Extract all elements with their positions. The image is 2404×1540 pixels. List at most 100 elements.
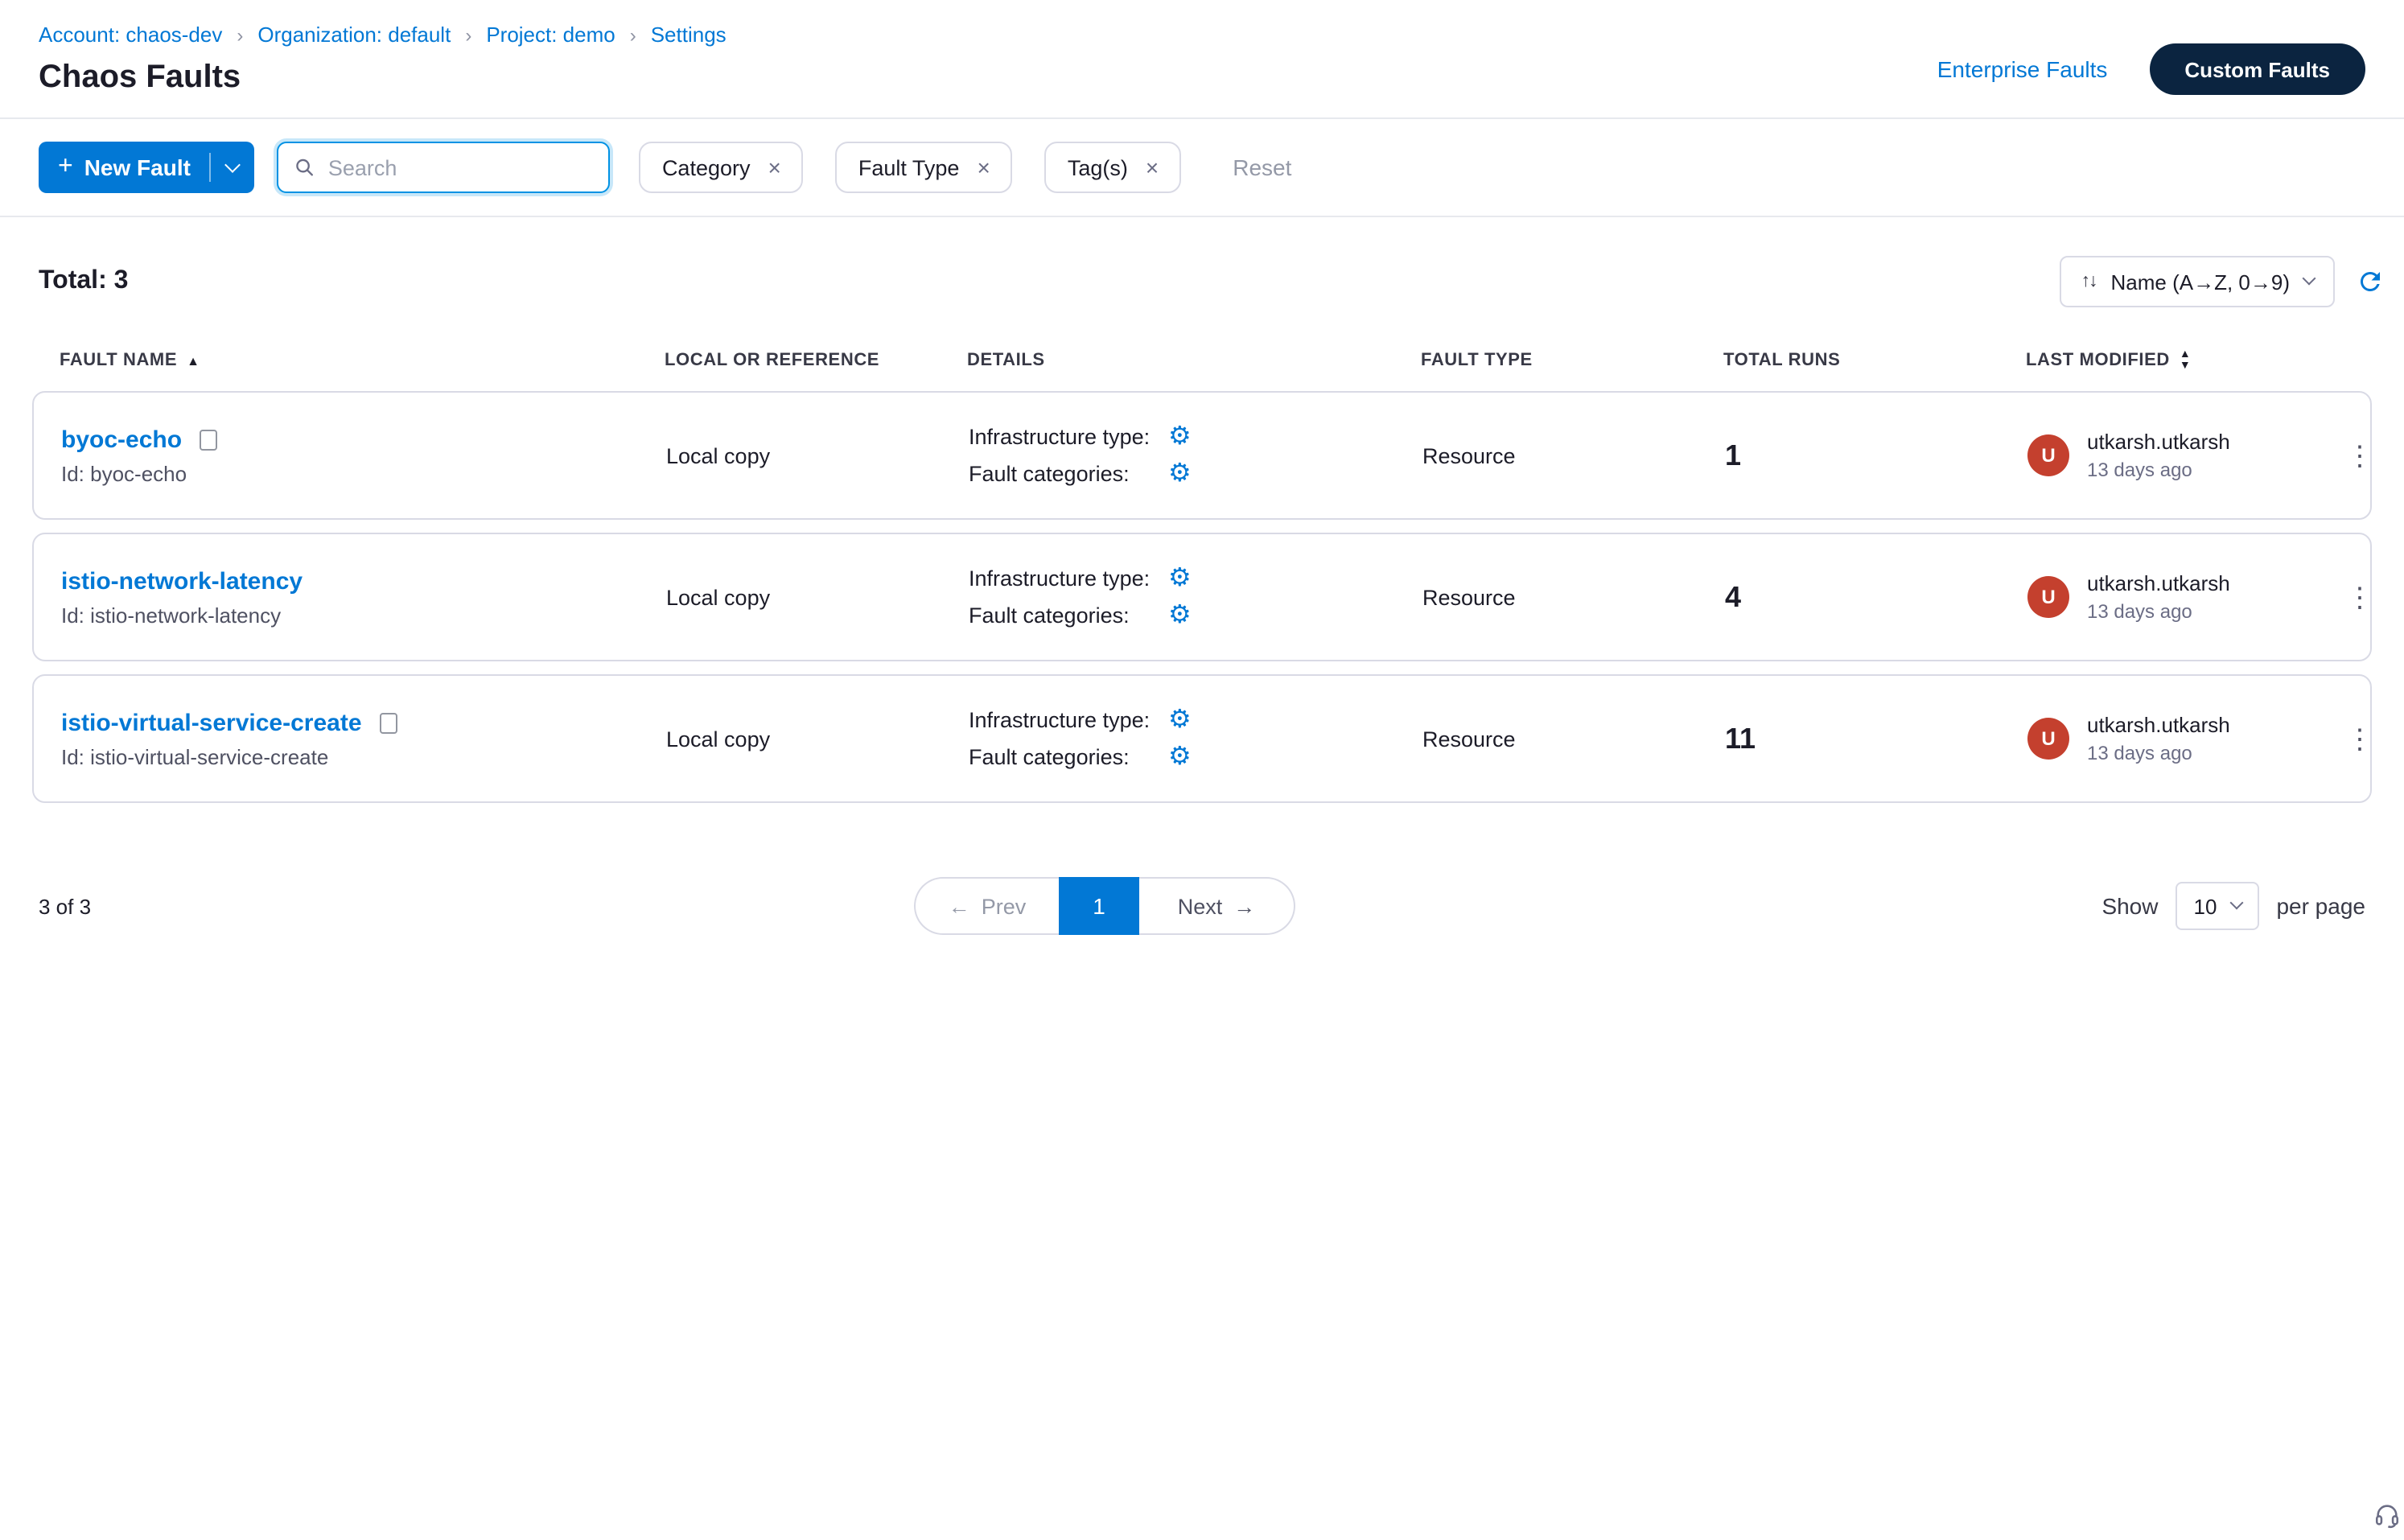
avatar: U (2027, 718, 2069, 760)
page-size-area: Show 10 per page (2101, 882, 2365, 930)
search-icon (295, 156, 315, 179)
doc-icon (200, 429, 217, 450)
details-cell: Infrastructure type: ⚙ Fault categories:… (969, 424, 1422, 487)
topbar: Account: chaos-dev › Organization: defau… (0, 0, 2404, 119)
new-fault-main[interactable]: + New Fault (39, 142, 210, 193)
column-label: DETAILS (967, 351, 1045, 370)
custom-faults-button[interactable]: Custom Faults (2149, 43, 2365, 95)
page-size-value: 10 (2194, 894, 2217, 918)
new-fault-dropdown-button[interactable] (212, 142, 255, 193)
breadcrumb-separator-icon: › (465, 23, 471, 46)
row-menu-button[interactable]: ⋮ (2333, 435, 2386, 476)
pagination: ← Prev 1 Next → (914, 877, 1295, 935)
column-label: FAULT NAME (60, 351, 177, 370)
table-row: istio-network-latency Id: istio-network-… (32, 533, 2372, 661)
breadcrumb-account[interactable]: Account: chaos-dev (39, 23, 222, 47)
modified-by: utkarsh.utkarsh (2087, 713, 2230, 737)
fault-name-cell: istio-virtual-service-create Id: istio-v… (61, 709, 666, 768)
column-header-fault-type: FAULT TYPE (1421, 351, 1723, 370)
breadcrumb-organization[interactable]: Organization: default (257, 23, 451, 47)
total-runs-cell: 1 (1725, 439, 2027, 472)
close-icon[interactable]: × (768, 156, 781, 179)
fault-name-link[interactable]: byoc-echo (61, 426, 182, 453)
details-cell: Infrastructure type: ⚙ Fault categories:… (969, 566, 1422, 628)
last-modified-cell: U utkarsh.utkarsh 13 days ago (2027, 430, 2333, 481)
column-header-local-or-reference: LOCAL OR REFERENCE (665, 351, 967, 370)
filter-chips: Category × Fault Type × Tag(s) × (640, 142, 1181, 193)
prev-label: Prev (982, 894, 1027, 918)
chevron-down-icon (225, 156, 241, 172)
kubernetes-gear-icon: ⚙ (1168, 461, 1204, 487)
table-header: FAULT NAME ▲ LOCAL OR REFERENCE DETAILS … (32, 349, 2372, 372)
fault-categories-label: Fault categories: (969, 745, 1168, 769)
kubernetes-gear-icon: ⚙ (1168, 744, 1204, 770)
column-header-last-modified[interactable]: LAST MODIFIED ▲▼ (2026, 349, 2332, 372)
reset-filters-button[interactable]: Reset (1233, 154, 1291, 180)
ellipsis-icon: ⋮ (2346, 723, 2373, 754)
page-title: Chaos Faults (39, 60, 727, 97)
sort-both-icon: ▲▼ (2180, 349, 2191, 372)
page-size-select[interactable]: 10 (2176, 882, 2259, 930)
column-header-details: DETAILS (967, 351, 1421, 370)
total-runs-cell: 4 (1725, 580, 2027, 614)
topbar-left: Account: chaos-dev › Organization: defau… (39, 23, 727, 97)
fault-type-cell: Resource (1422, 443, 1725, 467)
fault-type-cell: Resource (1422, 727, 1725, 751)
local-or-reference-cell: Local copy (666, 727, 969, 751)
sort-area: ↑↓ Name (A→Z, 0→9) (2060, 256, 2385, 307)
local-or-reference-cell: Local copy (666, 585, 969, 609)
filter-chip-label: Category (662, 155, 751, 179)
sort-ascending-icon: ▲ (187, 353, 200, 368)
column-header-fault-name[interactable]: FAULT NAME ▲ (60, 351, 665, 370)
show-label: Show (2101, 893, 2158, 919)
plus-icon: + (58, 153, 73, 182)
modified-by: utkarsh.utkarsh (2087, 571, 2230, 595)
breadcrumb-separator-icon: › (237, 23, 243, 46)
total-count: Total: 3 (39, 267, 128, 296)
breadcrumb-settings[interactable]: Settings (651, 23, 727, 47)
kubernetes-gear-icon: ⚙ (1168, 566, 1204, 591)
fault-name-link[interactable]: istio-network-latency (61, 567, 303, 595)
filter-chip-category[interactable]: Category × (640, 142, 804, 193)
enterprise-faults-link[interactable]: Enterprise Faults (1937, 56, 2108, 82)
doc-icon (380, 712, 397, 733)
filter-chip-tags[interactable]: Tag(s) × (1045, 142, 1181, 193)
breadcrumb-project[interactable]: Project: demo (486, 23, 615, 47)
prev-page-button[interactable]: ← Prev (914, 877, 1059, 935)
total-runs-cell: 11 (1725, 722, 2027, 756)
row-menu-button[interactable]: ⋮ (2333, 719, 2386, 759)
new-fault-label: New Fault (84, 154, 191, 180)
modified-time: 13 days ago (2087, 600, 2230, 623)
next-page-button[interactable]: Next → (1139, 877, 1295, 935)
fault-id: Id: byoc-echo (61, 461, 666, 485)
fault-name-link[interactable]: istio-virtual-service-create (61, 709, 362, 736)
sort-dropdown[interactable]: ↑↓ Name (A→Z, 0→9) (2060, 256, 2336, 307)
search-input[interactable] (328, 155, 593, 179)
avatar: U (2027, 576, 2069, 618)
chaos-faults-page: Account: chaos-dev › Organization: defau… (0, 0, 2404, 1540)
new-fault-button[interactable]: + New Fault (39, 142, 255, 193)
refresh-button[interactable] (2356, 267, 2385, 296)
row-menu-button[interactable]: ⋮ (2333, 577, 2386, 617)
infrastructure-type-label: Infrastructure type: (969, 708, 1168, 732)
fault-id: Id: istio-virtual-service-create (61, 744, 666, 768)
modified-time: 13 days ago (2087, 459, 2230, 481)
sort-updown-icon: ↑↓ (2081, 272, 2097, 291)
filter-chip-label: Fault Type (858, 155, 960, 179)
table-row: byoc-echo Id: byoc-echo Local copy Infra… (32, 391, 2372, 520)
ellipsis-icon: ⋮ (2346, 582, 2373, 612)
refresh-icon (2356, 267, 2385, 296)
table-row: istio-virtual-service-create Id: istio-v… (32, 674, 2372, 803)
filter-chip-fault-type[interactable]: Fault Type × (836, 142, 1013, 193)
close-icon[interactable]: × (1146, 156, 1159, 179)
fault-name-cell: byoc-echo Id: byoc-echo (61, 426, 666, 485)
kubernetes-gear-icon: ⚙ (1168, 707, 1204, 733)
column-label: TOTAL RUNS (1723, 351, 1840, 370)
close-icon[interactable]: × (977, 156, 990, 179)
next-label: Next (1178, 894, 1223, 918)
sort-label: Name (A→Z, 0→9) (2111, 270, 2291, 294)
page-1-button[interactable]: 1 (1059, 877, 1139, 935)
support-headset-button[interactable] (2373, 1501, 2401, 1537)
search-box (278, 142, 611, 193)
local-or-reference-cell: Local copy (666, 443, 969, 467)
